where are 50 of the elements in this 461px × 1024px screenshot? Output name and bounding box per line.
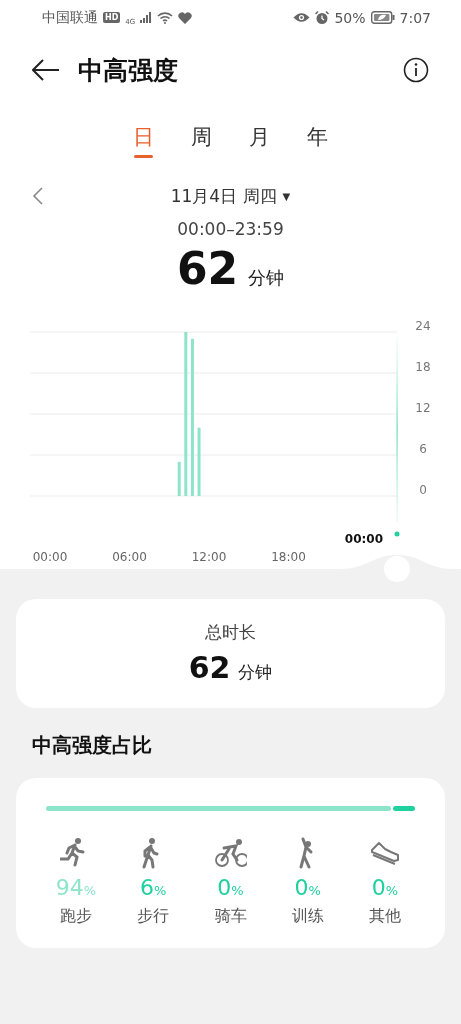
activity-label: 骑车 bbox=[214, 906, 247, 927]
activity-label: 其他 bbox=[369, 906, 401, 927]
y-axis-label: 12 bbox=[415, 401, 431, 415]
y-axis-label: 0 bbox=[419, 483, 427, 497]
y-axis-label: 18 bbox=[415, 360, 431, 374]
x-axis-label: 18:00 bbox=[271, 550, 306, 564]
back-arrow-icon[interactable] bbox=[32, 59, 60, 81]
minutes-unit: 分钟 bbox=[248, 266, 285, 290]
share-percent: 6% bbox=[140, 875, 167, 902]
y-axis-label: 6 bbox=[419, 442, 427, 456]
battery-percent: 50% bbox=[334, 9, 366, 26]
share-percent: 0% bbox=[371, 875, 399, 902]
share-bar-segment bbox=[393, 806, 415, 811]
x-axis-label: 12:00 bbox=[191, 550, 227, 564]
activity-label: 步行 bbox=[137, 906, 170, 927]
date-selector[interactable]: 11月4日 周四 ▼ bbox=[170, 184, 291, 208]
alarm-icon bbox=[315, 10, 330, 25]
share-percent: 0% bbox=[217, 875, 244, 902]
battery-icon bbox=[370, 11, 395, 24]
carrier-name: 中国联通 bbox=[42, 8, 98, 27]
cyclist-icon bbox=[214, 837, 247, 869]
activity-label: 跑步 bbox=[60, 906, 92, 927]
bar bbox=[177, 461, 181, 496]
total-duration: 62 bbox=[188, 650, 231, 685]
clock-time: 7:07 bbox=[399, 9, 431, 26]
activity-label: 训练 bbox=[291, 906, 324, 927]
cursor-dot bbox=[394, 531, 400, 537]
y-axis-label: 24 bbox=[415, 319, 431, 333]
x-axis-label: 06:00 bbox=[112, 550, 147, 564]
hd-badge: HD bbox=[103, 12, 121, 23]
section-title: 中高强度占比 bbox=[32, 732, 153, 759]
period-tab[interactable]: 年 bbox=[305, 118, 330, 158]
wifi-icon bbox=[157, 11, 174, 24]
period-tab[interactable]: 周 bbox=[189, 118, 214, 158]
cursor-time: 00:00 bbox=[344, 532, 383, 546]
page-title: 中高强度 bbox=[78, 54, 179, 87]
signal-icon bbox=[140, 12, 153, 23]
share-percent: 94% bbox=[55, 875, 97, 902]
info-icon[interactable] bbox=[403, 57, 429, 83]
share-percent: 0% bbox=[294, 875, 321, 902]
x-axis-label: 00:00 bbox=[32, 550, 68, 564]
bar bbox=[197, 427, 201, 496]
previous-day-icon[interactable] bbox=[32, 187, 44, 205]
period-tab[interactable]: 月 bbox=[247, 118, 272, 158]
duration-unit: 分钟 bbox=[238, 661, 273, 684]
heart-icon bbox=[178, 11, 193, 24]
time-range: 00:00–23:59 bbox=[176, 219, 285, 239]
total-minutes: 62 bbox=[176, 243, 239, 294]
eye-icon bbox=[293, 12, 311, 23]
card-label: 总时长 bbox=[205, 621, 256, 644]
